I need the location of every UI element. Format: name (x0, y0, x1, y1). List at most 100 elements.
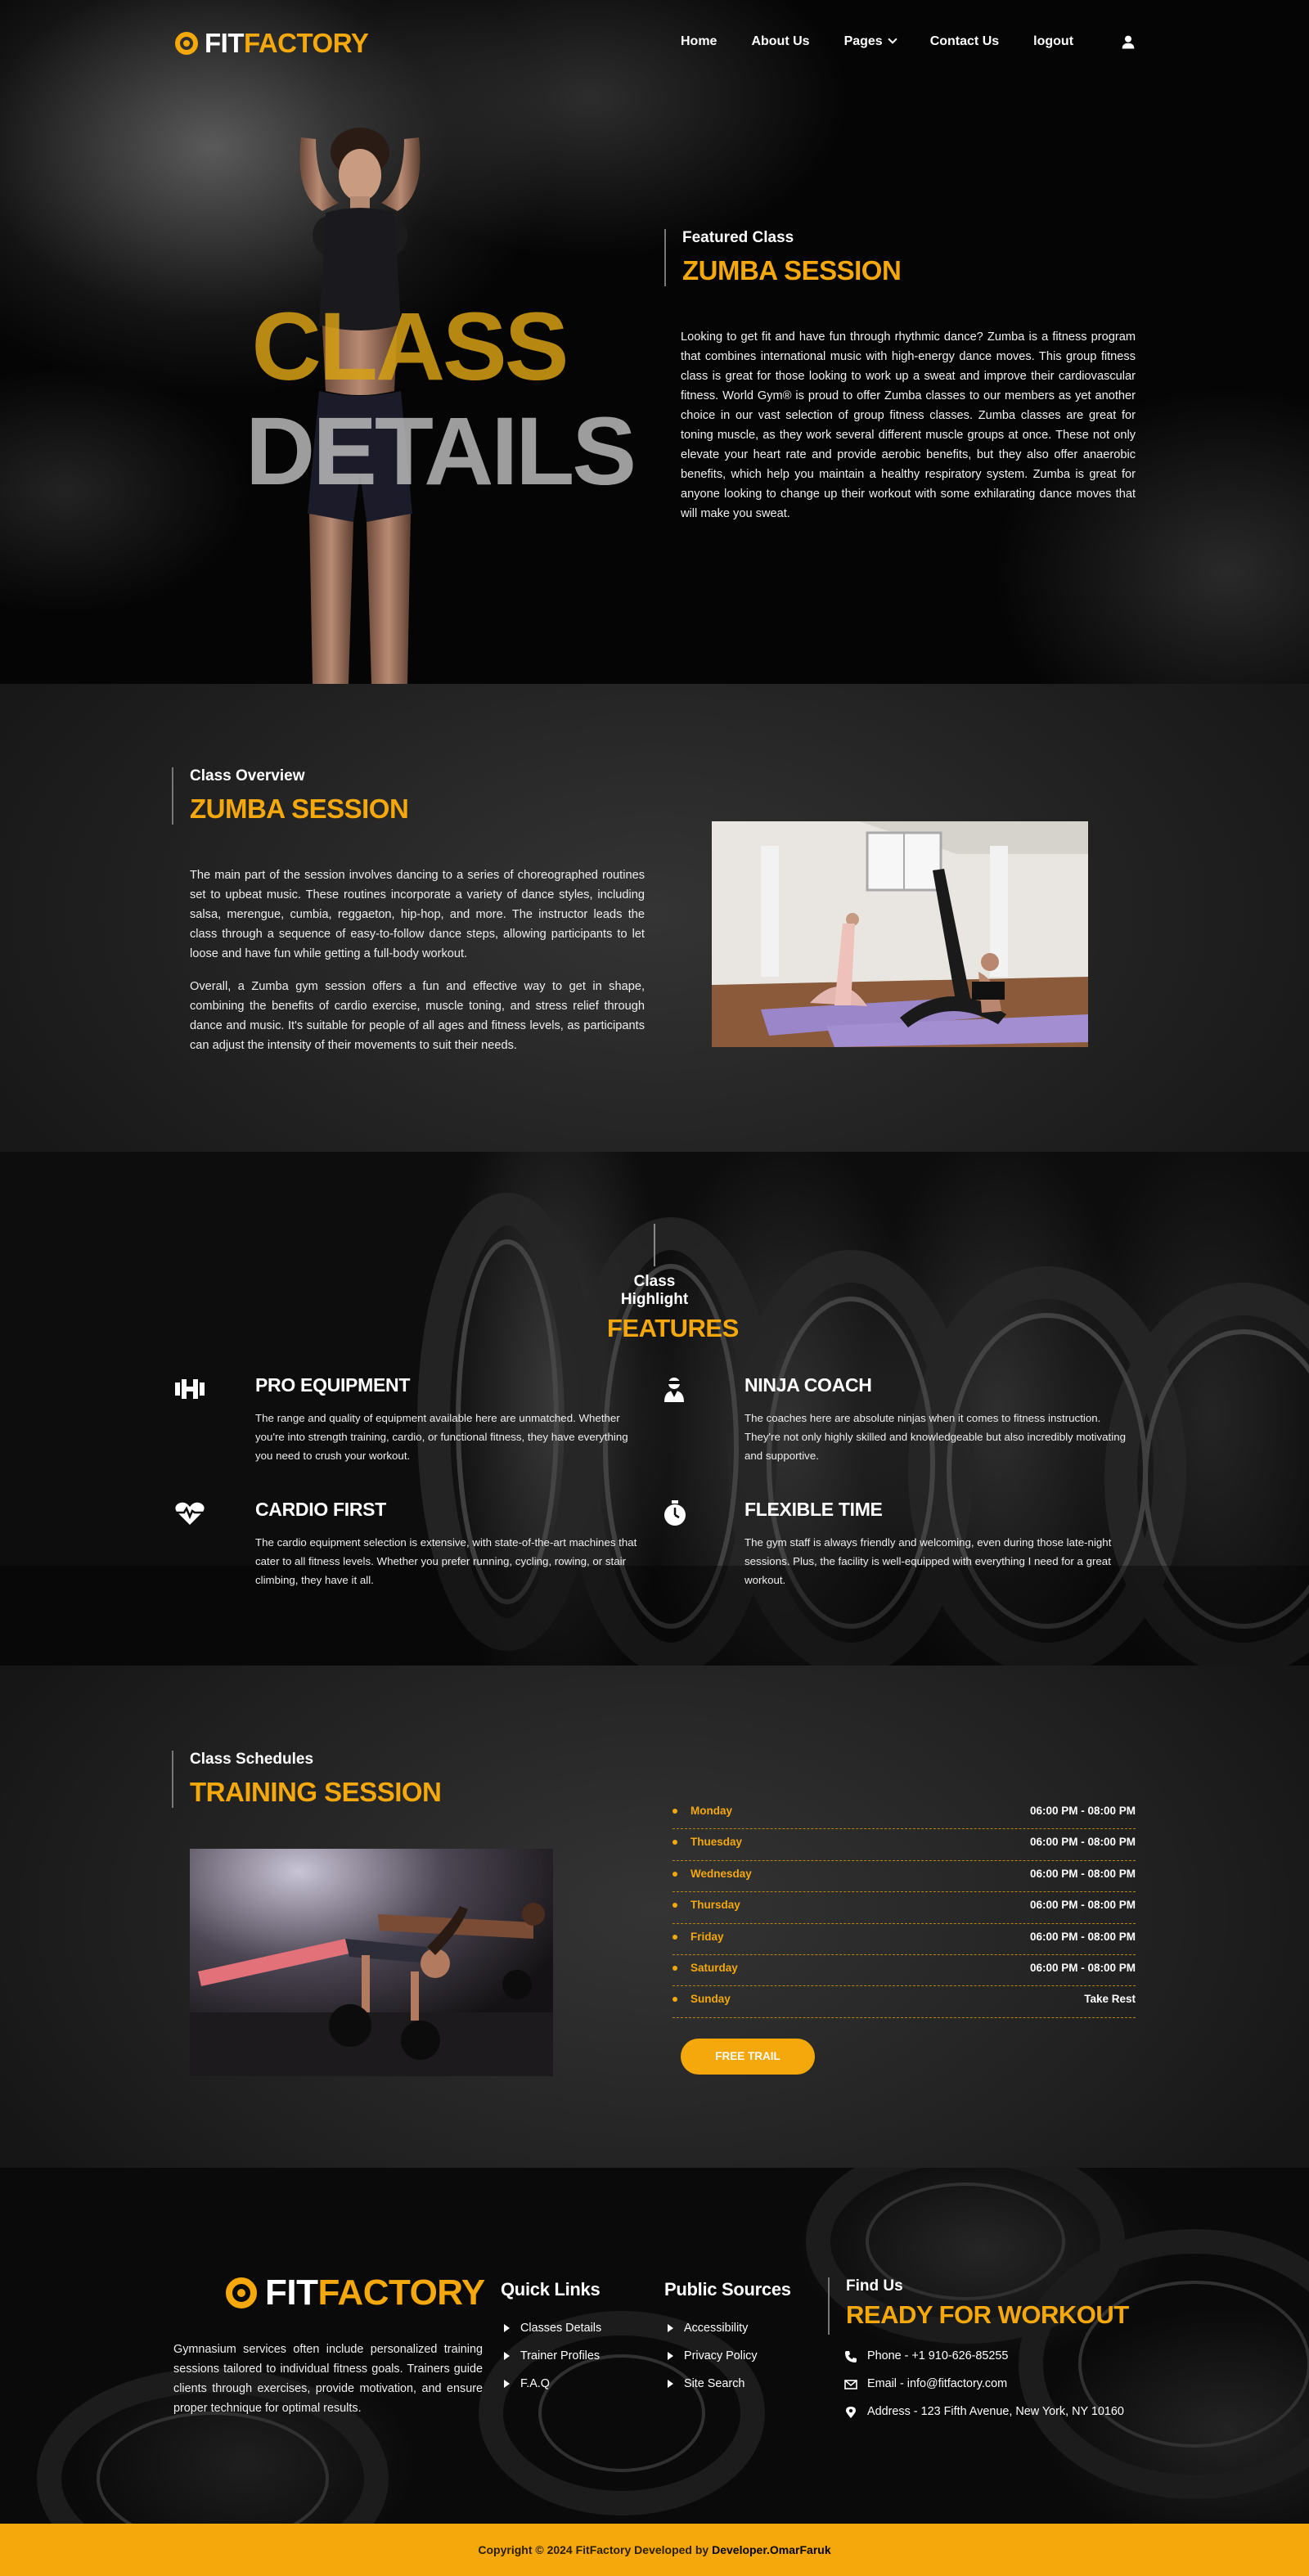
find-us-eyebrow: Find Us (846, 2277, 903, 2295)
schedule-day: Wednesday (690, 1867, 752, 1880)
schedule-row: Sunday Take Rest (672, 1986, 1136, 2018)
overview-eyebrow: Class Overview (190, 767, 305, 784)
feature-title: CARDIO FIRST (255, 1499, 386, 1520)
logo-text-fit: FIT (205, 28, 244, 58)
schedule-row: Saturday 06:00 PM - 08:00 PM (672, 1955, 1136, 1987)
hero-title-line2: DETAILS (245, 398, 637, 506)
footer-link[interactable]: Trainer Profiles (501, 2348, 601, 2376)
schedule-row: Thursday 06:00 PM - 08:00 PM (672, 1892, 1136, 1924)
footer-link[interactable]: Privacy Policy (664, 2348, 791, 2376)
map-pin-icon (846, 2407, 856, 2418)
quick-links: Quick Links Classes Details Trainer Prof… (501, 2279, 601, 2403)
schedule-day: Thuesday (690, 1836, 743, 1849)
developer-link[interactable]: Developer.OmarFaruk (712, 2543, 831, 2556)
footer-logo[interactable]: FIT FACTORY (226, 2273, 485, 2313)
logo-ring-icon (226, 2277, 257, 2309)
coach-icon (664, 1378, 684, 1402)
feature-title: FLEXIBLE TIME (744, 1499, 883, 1520)
feature-title: PRO EQUIPMENT (255, 1374, 411, 1396)
free-trail-button[interactable]: FREE TRAIL (681, 2039, 815, 2075)
schedule-time: Take Rest (1084, 1993, 1136, 2006)
contact-address-text: Address - 123 Fifth Avenue, New York, NY… (867, 2405, 1124, 2418)
logo-text-factory: FACTORY (243, 28, 369, 58)
schedule-time: 06:00 PM - 08:00 PM (1029, 1930, 1136, 1943)
features-heading: Class Highlight FEATURES (607, 1224, 739, 1343)
footer-link[interactable]: Accessibility (664, 2320, 791, 2348)
featured-title: ZUMBA SESSION (682, 255, 902, 285)
featured-description: Looking to get fit and have fun through … (681, 330, 1136, 520)
footer-link[interactable]: Classes Details (501, 2320, 601, 2348)
training-image (190, 1849, 553, 2076)
logo-text-factory: FACTORY (317, 2273, 485, 2313)
public-sources: Public Sources Accessibility Privacy Pol… (664, 2279, 791, 2403)
schedule-day: Sunday (690, 1993, 731, 2006)
nav-about[interactable]: About Us (751, 34, 809, 49)
overview-text: The main part of the session involves da… (190, 865, 645, 1055)
nav-home[interactable]: Home (681, 34, 717, 49)
schedule-row: Friday 06:00 PM - 08:00 PM (672, 1924, 1136, 1955)
overview-title: ZUMBA SESSION (190, 793, 409, 824)
yoga-class-image (712, 821, 1088, 1047)
stopwatch-icon (664, 1500, 686, 1526)
features-section: Class Highlight FEATURES PRO EQUIPMENT T… (0, 1152, 1309, 1666)
schedule-time: 06:00 PM - 08:00 PM (1029, 1961, 1136, 1974)
feature-description: The coaches here are absolute ninjas whe… (744, 1412, 1126, 1462)
schedule-row: Monday 06:00 PM - 08:00 PM (672, 1798, 1136, 1830)
logo[interactable]: FIT FACTORY (175, 28, 369, 59)
overview-heading: Class Overview ZUMBA SESSION (172, 767, 409, 825)
schedule-heading: Class Schedules TRAINING SESSION (172, 1751, 442, 1808)
hero-section: FIT FACTORY Home About Us Pages Contact U… (0, 0, 1309, 684)
featured-eyebrow: Featured Class (682, 229, 794, 246)
heartbeat-icon (175, 1502, 205, 1525)
nav-links: Home About Us Pages Contact Us logout (681, 34, 1108, 49)
nav-contact[interactable]: Contact Us (930, 34, 999, 49)
schedule-day: Friday (690, 1930, 724, 1943)
bullet-icon (672, 1871, 677, 1877)
bullet-icon (672, 1809, 677, 1814)
nav-logout[interactable]: logout (1033, 34, 1073, 49)
schedule-time: 06:00 PM - 08:00 PM (1029, 1867, 1136, 1880)
quick-links-title: Quick Links (501, 2279, 601, 2300)
features-eyebrow: Class Highlight (620, 1273, 689, 1308)
features-title: FEATURES (607, 1314, 739, 1342)
copyright-text: Copyright © 2024 FitFactory Developed by (478, 2543, 713, 2556)
footer: FIT FACTORY Gymnasium services often incl… (0, 2168, 1309, 2524)
overview-paragraph-2: Overall, a Zumba gym session offers a fu… (190, 980, 645, 1052)
feature-description: The cardio equipment selection is extens… (255, 1536, 637, 1586)
contact-email-text: Email - info@fitfactory.com (867, 2377, 1008, 2390)
feature-description: The range and quality of equipment avail… (255, 1412, 628, 1462)
schedule-section: Class Schedules TRAINING SESSION Monday 0… (0, 1666, 1309, 2168)
hero-title-line1: CLASS (251, 293, 569, 401)
phone-icon (845, 2351, 857, 2362)
schedule-time: 06:00 PM - 08:00 PM (1029, 1899, 1136, 1912)
logo-ring-icon (175, 32, 198, 55)
feature-title: NINJA COACH (744, 1374, 872, 1396)
chevron-down-icon (888, 34, 897, 44)
schedule-time: 06:00 PM - 08:00 PM (1029, 1805, 1136, 1817)
footer-about: Gymnasium services often include persona… (173, 2343, 483, 2415)
footer-link[interactable]: F.A.Q (501, 2376, 601, 2403)
schedule-eyebrow: Class Schedules (190, 1751, 314, 1768)
schedule-row: Thuesday 06:00 PM - 08:00 PM (672, 1829, 1136, 1861)
schedule-day: Saturday (690, 1961, 738, 1974)
envelope-icon (844, 2380, 857, 2389)
schedule-row: Wednesday 06:00 PM - 08:00 PM (672, 1861, 1136, 1893)
contact-address[interactable]: Address - 123 Fifth Avenue, New York, NY… (844, 2405, 1188, 2423)
hero-title: CLASS DETAILS (245, 293, 637, 506)
footer-link[interactable]: Site Search (664, 2376, 791, 2403)
nav-pages-label: Pages (843, 34, 883, 48)
bullet-icon (672, 1965, 677, 1971)
user-icon[interactable] (1121, 34, 1136, 49)
featured-class-heading: Featured Class ZUMBA SESSION (664, 229, 902, 286)
public-sources-title: Public Sources (664, 2279, 791, 2300)
heading-divider (654, 1224, 655, 1266)
schedule-list: Monday 06:00 PM - 08:00 PM Thuesday 06:00 … (672, 1798, 1136, 2018)
dumbbell-icon (175, 1379, 205, 1399)
contact-phone[interactable]: Phone - +1 910-626-85255 (844, 2349, 1188, 2367)
nav-pages[interactable]: Pages (843, 34, 897, 49)
logo-text-fit: FIT (265, 2273, 318, 2313)
schedule-title: TRAINING SESSION (190, 1777, 442, 1807)
bullet-icon (672, 1903, 677, 1908)
contact-phone-text: Phone - +1 910-626-85255 (867, 2349, 1009, 2362)
contact-email[interactable]: Email - info@fitfactory.com (844, 2377, 1188, 2395)
